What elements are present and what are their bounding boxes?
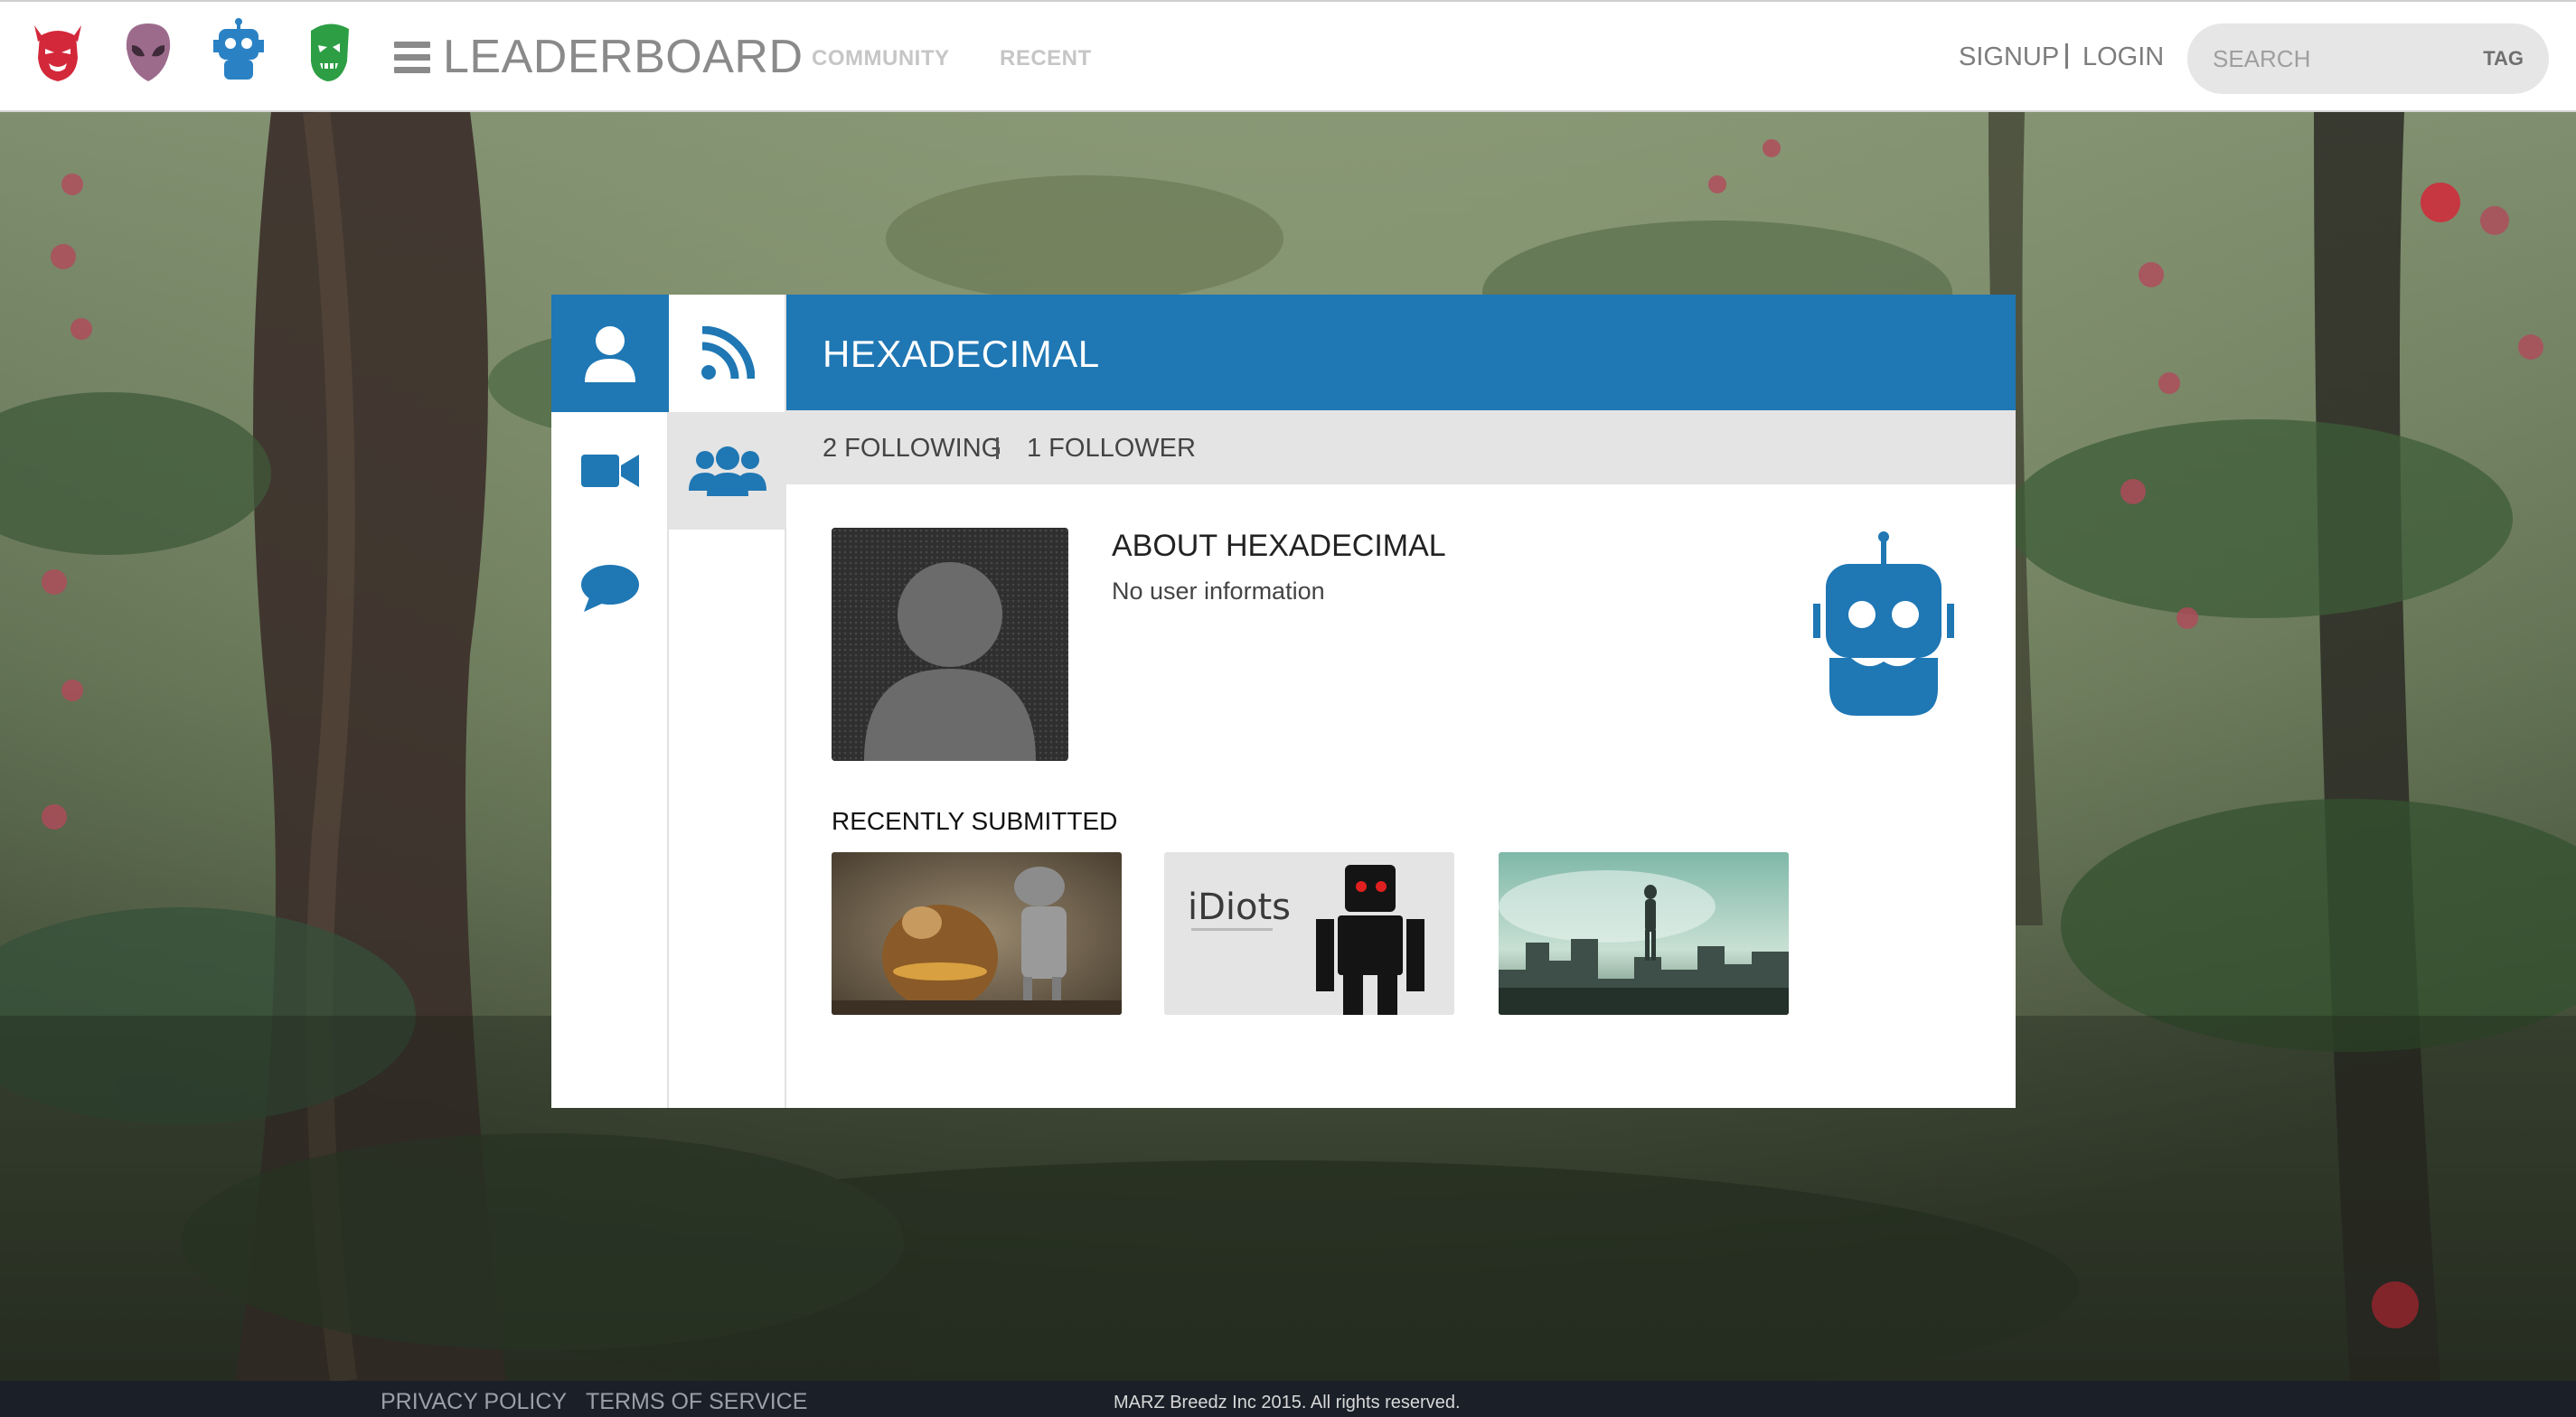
- tab-profile[interactable]: [551, 295, 669, 412]
- thumbnail-caption: iDiots: [1188, 887, 1291, 928]
- following-count-link[interactable]: 2 FOLLOWING: [823, 434, 1001, 463]
- follower-count-link[interactable]: 1 FOLLOWER: [1027, 434, 1196, 463]
- signup-link[interactable]: SIGNUP: [1959, 42, 2059, 72]
- search-box: TAG: [2187, 23, 2549, 94]
- profile-username: HEXADECIMAL: [823, 333, 1100, 375]
- profile-stats-bar: 2 FOLLOWING 1 FOLLOWER: [786, 410, 2016, 484]
- profile-card: HEXADECIMAL 2 FOLLOWING 1 FOLLOWER ABOUT…: [551, 295, 2016, 1108]
- blue-robot-mascot-icon[interactable]: [210, 18, 268, 85]
- leaderboard-link[interactable]: LEADERBOARD: [443, 28, 804, 86]
- video-camera-icon: [581, 455, 639, 487]
- tab-feed[interactable]: [669, 295, 786, 412]
- submission-thumbnail-3[interactable]: [1499, 852, 1789, 1015]
- submission-thumbnail-1[interactable]: [832, 852, 1122, 1015]
- recently-submitted-title: RECENTLY SUBMITTED: [832, 807, 1118, 835]
- stats-divider: [996, 437, 999, 459]
- recent-link[interactable]: RECENT: [1000, 45, 1092, 72]
- flying-man-city-thumbnail: [1499, 852, 1789, 1015]
- rss-feed-icon: [701, 326, 755, 380]
- avatar: [832, 528, 1068, 761]
- profile-sidebar-secondary: [669, 295, 786, 1108]
- tab-comments[interactable]: [551, 530, 669, 647]
- search-tag-toggle[interactable]: TAG: [2483, 47, 2524, 70]
- animated-characters-thumbnail: [832, 852, 1122, 1015]
- profile-sidebar-primary: [551, 295, 669, 1108]
- green-zombie-mascot-icon[interactable]: [300, 18, 358, 85]
- footer: PRIVACY POLICY TERMS OF SERVICE MARZ Bre…: [0, 1381, 2576, 1417]
- top-navigation-bar: LEADERBOARD COMMUNITY RECENT SIGNUP LOGI…: [0, 0, 2576, 112]
- profile-header: HEXADECIMAL: [786, 295, 2016, 410]
- group-icon: [689, 446, 766, 496]
- community-link[interactable]: COMMUNITY: [812, 45, 949, 72]
- copyright-text: MARZ Breedz Inc 2015. All rights reserve…: [1114, 1393, 1461, 1412]
- chat-bubble-icon: [581, 565, 639, 612]
- submission-thumbnail-2[interactable]: iDiots: [1164, 852, 1454, 1015]
- login-link[interactable]: LOGIN: [2082, 42, 2164, 72]
- about-text: No user information: [1112, 577, 1325, 605]
- search-input[interactable]: [2213, 40, 2466, 78]
- auth-divider: [2065, 43, 2068, 69]
- about-title: ABOUT HEXADECIMAL: [1112, 529, 1446, 563]
- terms-of-service-link[interactable]: TERMS OF SERVICE: [586, 1388, 807, 1415]
- privacy-policy-link[interactable]: PRIVACY POLICY: [381, 1388, 567, 1415]
- hamburger-menu-icon[interactable]: [394, 42, 430, 74]
- purple-alien-mascot-icon[interactable]: [119, 18, 177, 85]
- idiots-robot-thumbnail: iDiots: [1164, 852, 1454, 1015]
- tab-videos[interactable]: [551, 412, 669, 530]
- user-icon: [585, 326, 635, 382]
- blue-robot-badge-icon: [1813, 531, 1954, 716]
- tab-social[interactable]: [669, 412, 786, 530]
- red-demon-mascot-icon[interactable]: [29, 18, 87, 85]
